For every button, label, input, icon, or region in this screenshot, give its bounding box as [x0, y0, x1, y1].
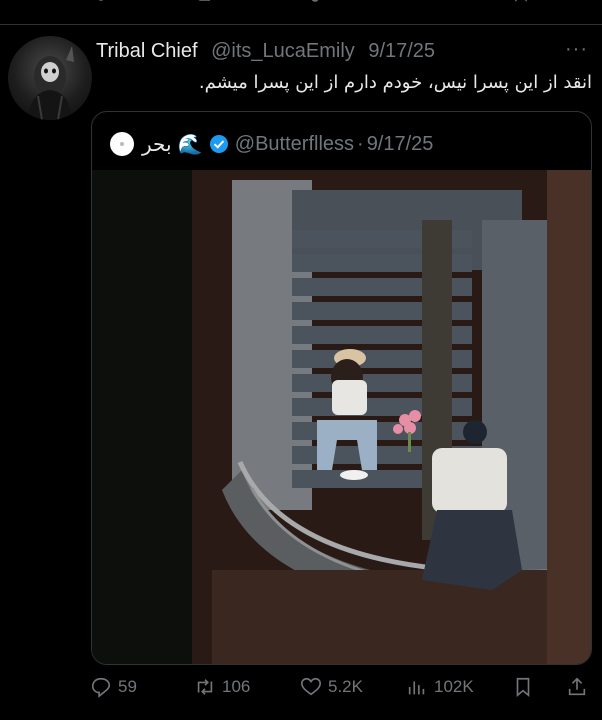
views-icon[interactable]	[410, 0, 424, 6]
author-name[interactable]: Tribal Chief	[96, 40, 198, 62]
quoted-author-avatar[interactable]	[110, 132, 134, 156]
like-button[interactable]: 5.2K	[300, 676, 363, 698]
bookmark-icon	[516, 677, 530, 698]
quoted-author-name[interactable]: بحر 🌊	[142, 132, 203, 156]
repost-button[interactable]: 106	[194, 676, 250, 698]
like-icon[interactable]	[308, 0, 322, 6]
views-button[interactable]: 102K	[406, 676, 474, 698]
repost-count: 106	[222, 677, 251, 696]
reply-icon[interactable]	[94, 0, 108, 6]
tweet-date[interactable]: 9/17/25	[368, 40, 435, 62]
share-button[interactable]	[566, 676, 594, 698]
like-icon	[301, 677, 321, 696]
views-count: 102K	[434, 677, 474, 696]
verified-badge-icon	[209, 135, 228, 153]
quoted-tweet-header: بحر 🌊 @Butterflless · 9/17/25	[110, 132, 433, 156]
author-handle[interactable]: @its_LucaEmily	[211, 40, 355, 62]
quoted-author-handle[interactable]: @Butterflless	[235, 133, 354, 156]
bookmark-icon[interactable]	[514, 0, 528, 6]
tweet-action-bar: 59 106 5.2K 102K	[0, 676, 602, 706]
avatar-image	[28, 46, 74, 120]
share-icon[interactable]	[568, 0, 582, 6]
quoted-tweet-photo[interactable]	[92, 170, 591, 664]
more-icon[interactable]: ···	[565, 38, 588, 61]
quoted-tweet[interactable]: بحر 🌊 @Butterflless · 9/17/25	[91, 111, 592, 665]
reply-icon	[91, 677, 111, 698]
quoted-date[interactable]: 9/17/25	[367, 133, 434, 156]
previous-tweet-action-bar	[0, 0, 602, 25]
retweet-icon[interactable]	[198, 0, 212, 6]
quoted-separator: ·	[357, 132, 364, 155]
tweet-header: Tribal Chief @its_LucaEmily 9/17/25	[96, 40, 435, 63]
tweet-text: انقد از این پسرا نیس، خودم دارم از این پ…	[198, 72, 592, 93]
reply-count: 59	[118, 677, 137, 696]
like-count: 5.2K	[328, 677, 363, 696]
views-icon	[408, 681, 425, 695]
author-avatar[interactable]	[8, 36, 92, 120]
retweet-icon	[197, 679, 213, 695]
share-icon	[568, 677, 586, 696]
reply-button[interactable]: 59	[90, 676, 137, 698]
bookmark-button[interactable]	[512, 676, 540, 698]
